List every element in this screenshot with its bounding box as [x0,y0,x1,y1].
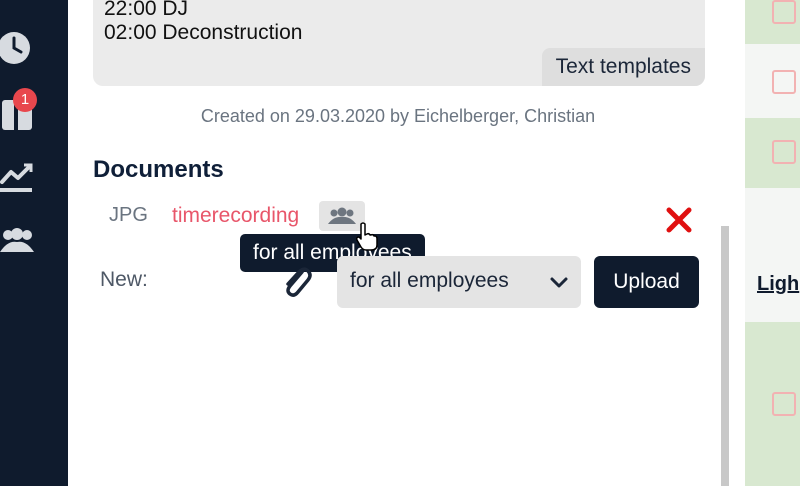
delete-document-icon[interactable] [666,207,692,233]
notes-line: 02:00 Deconstruction [104,21,303,44]
notification-badge: 1 [13,88,37,112]
chart-trend-icon[interactable] [0,160,34,194]
chevron-down-icon [550,277,568,288]
documents-heading: Documents [93,156,224,183]
notes-line: 22:00 DJ [104,0,189,20]
clock-icon[interactable] [0,30,34,66]
hand-pointer-icon [355,222,379,252]
users-icon[interactable] [0,226,34,258]
created-info: Created on 29.03.2020 by Eichelberger, C… [200,106,596,126]
upload-button[interactable]: Upload [594,256,699,308]
document-type: JPG [109,204,148,226]
event-detail-panel: 22:00 DJ 02:00 Deconstruction Text templ… [68,0,728,486]
checkbox[interactable] [772,70,796,94]
sidebar: 1 [0,0,68,486]
notes-textarea[interactable]: 22:00 DJ 02:00 Deconstruction Text templ… [93,0,705,86]
table-link[interactable]: Ligh [757,273,799,296]
visibility-select[interactable]: for all employees [337,256,581,308]
text-templates-button[interactable]: Text templates [541,48,705,86]
checkbox[interactable] [772,0,796,24]
checkbox[interactable] [772,392,796,416]
checkbox[interactable] [772,140,796,164]
visibility-select-value: for all employees [350,269,509,292]
document-link[interactable]: timerecording [172,204,299,228]
new-document-label: New: [100,268,148,291]
scrollbar[interactable] [721,226,729,486]
background-table: Ligh [745,0,800,486]
paperclip-icon[interactable] [280,264,314,300]
